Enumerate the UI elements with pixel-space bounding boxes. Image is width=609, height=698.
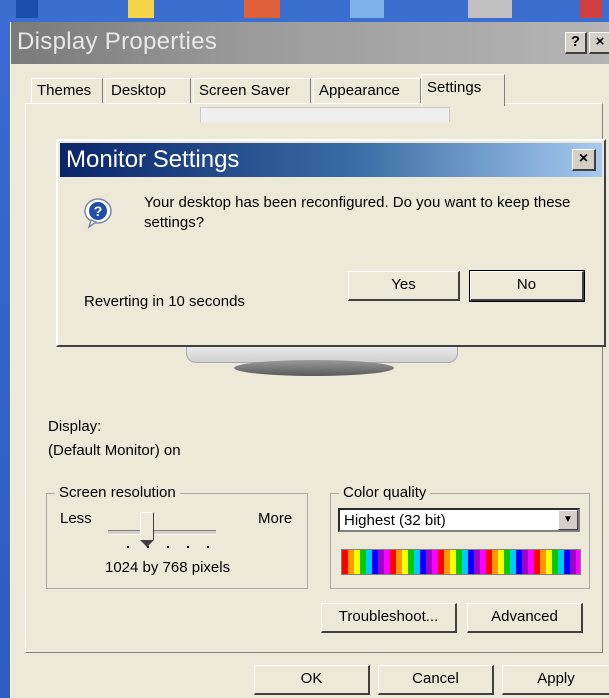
cancel-button[interactable]: Cancel: [378, 665, 494, 695]
help-button[interactable]: ?: [565, 32, 587, 54]
apply-button[interactable]: Apply: [502, 665, 609, 695]
desktop-edge: [0, 22, 10, 698]
tab-settings[interactable]: Settings: [421, 74, 505, 106]
advanced-button[interactable]: Advanced: [467, 603, 583, 633]
group-title: Color quality: [339, 484, 431, 501]
question-icon: ?: [84, 198, 112, 229]
dialog-close-button[interactable]: ×: [572, 149, 596, 171]
ok-button[interactable]: OK: [254, 665, 370, 695]
tab-themes[interactable]: Themes: [31, 78, 103, 104]
slider-more-label: More: [258, 510, 293, 527]
dialog-message: Your desktop has been reconfigured. Do y…: [144, 194, 571, 231]
slider-tick: [187, 546, 189, 548]
tab-desktop[interactable]: Desktop: [105, 78, 191, 104]
dialog-titlebar[interactable]: Monitor Settings ×: [60, 143, 602, 177]
desktop-icon-strip: [350, 0, 384, 18]
monitor-stand: [234, 360, 394, 376]
tab-label: Appearance: [319, 82, 400, 99]
slider-tick: [127, 546, 129, 548]
resolution-value: 1024 by 768 pixels: [105, 559, 231, 576]
desktop-background: [0, 0, 609, 22]
desktop-icon-strip: [468, 0, 512, 18]
display-value: (Default Monitor) on: [48, 442, 181, 459]
tab-appearance[interactable]: Appearance: [313, 78, 421, 104]
color-quality-dropdown[interactable]: Highest (32 bit) ▼: [338, 508, 580, 532]
yes-button[interactable]: Yes: [348, 271, 460, 301]
monitor-settings-dialog: Monitor Settings × ? Your desktop has be…: [56, 139, 606, 347]
tab-label: Screen Saver: [199, 82, 290, 99]
monitor-preview: [200, 107, 450, 122]
tab-screen-saver[interactable]: Screen Saver: [193, 78, 311, 104]
svg-text:?: ?: [94, 203, 103, 219]
slider-tick: [147, 546, 149, 548]
desktop-icon-strip: [16, 0, 38, 18]
no-button[interactable]: No: [469, 270, 585, 302]
resolution-slider-track[interactable]: [108, 530, 216, 535]
window-title: Display Properties: [17, 28, 218, 55]
chevron-down-icon[interactable]: ▼: [558, 510, 578, 530]
tab-label: Themes: [37, 82, 92, 99]
slider-tick: [167, 546, 169, 548]
troubleshoot-button[interactable]: Troubleshoot...: [321, 603, 457, 633]
slider-less-label: Less: [60, 510, 92, 527]
color-quality-selected: Highest (32 bit): [344, 512, 446, 529]
revert-countdown: Reverting in 10 seconds: [84, 293, 245, 310]
window-titlebar[interactable]: Display Properties ? ×: [11, 22, 609, 64]
tab-label: Settings: [427, 79, 482, 96]
tab-label: Desktop: [111, 82, 167, 99]
group-title: Screen resolution: [55, 484, 180, 501]
slider-tick: [207, 546, 209, 548]
desktop-icon-strip: [128, 0, 154, 18]
dialog-title: Monitor Settings: [66, 146, 240, 173]
close-button[interactable]: ×: [589, 32, 609, 54]
desktop-icon-strip: [244, 0, 280, 18]
color-spectrum-bar: [341, 549, 581, 575]
display-label: Display:: [48, 418, 102, 435]
resolution-slider-thumb[interactable]: [140, 512, 154, 547]
desktop-icon-strip: [580, 0, 602, 18]
